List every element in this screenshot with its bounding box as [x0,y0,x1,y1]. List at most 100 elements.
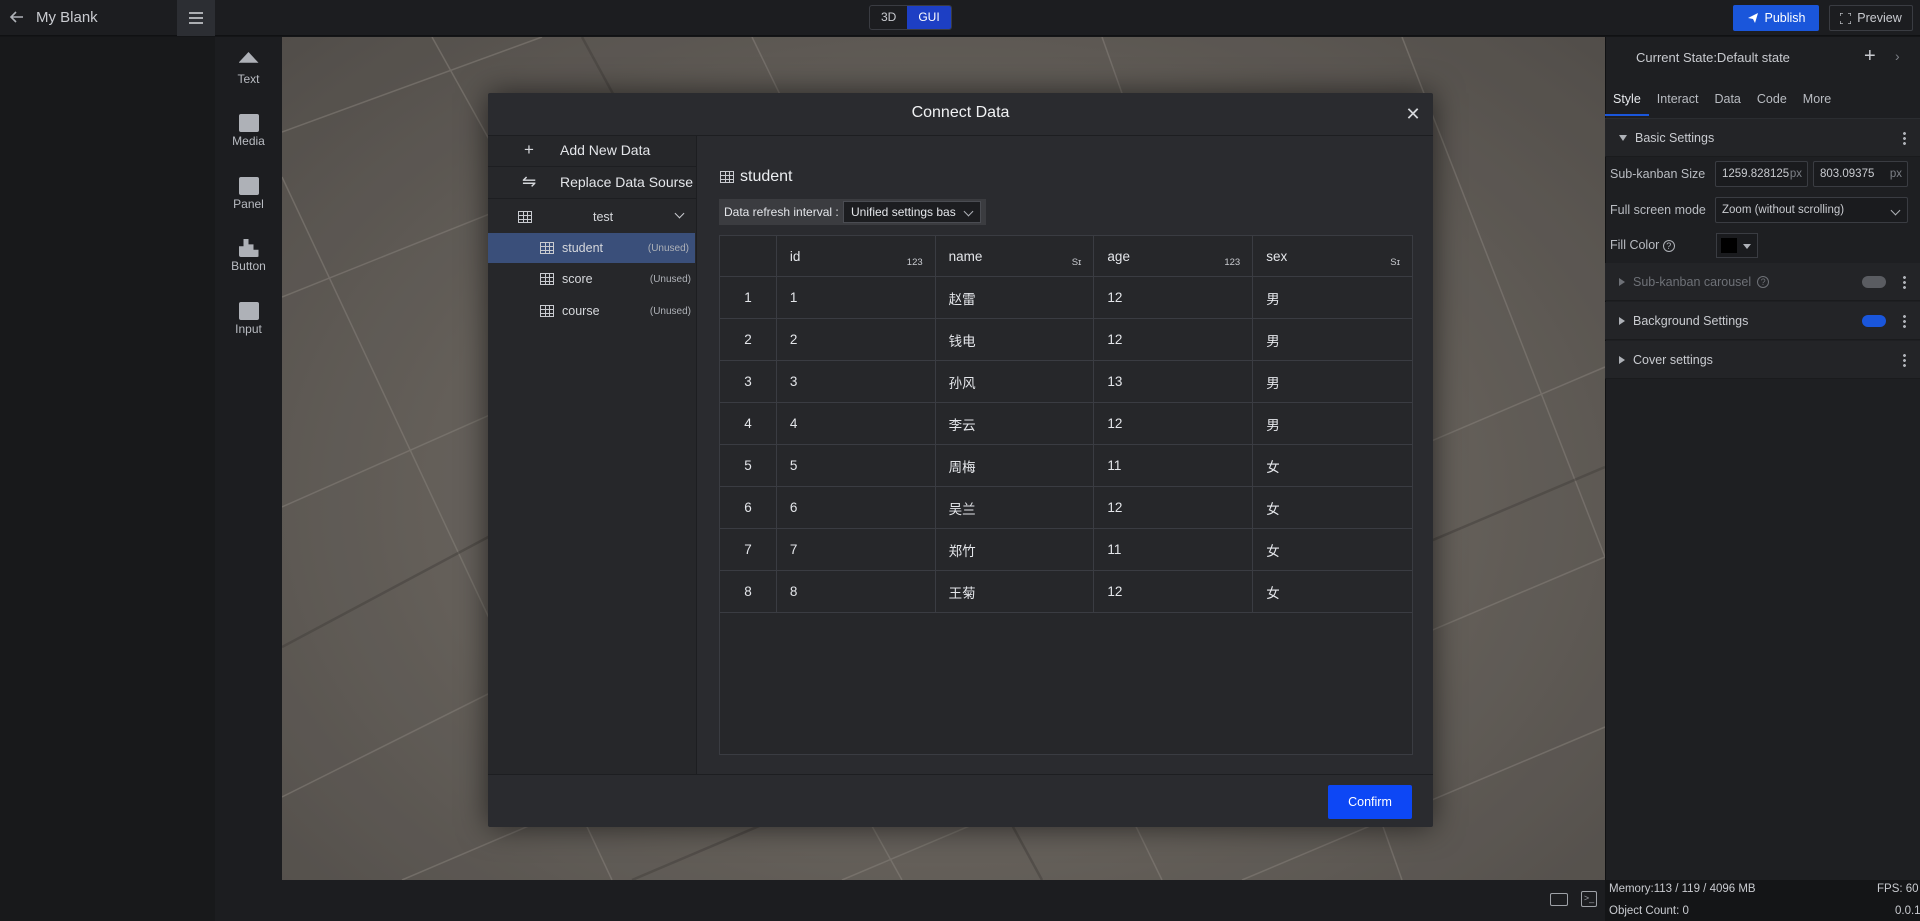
replace-data-source-button[interactable]: ⇋ Replace Data Sourse [488,166,697,198]
keyboard-icon[interactable] [1550,893,1568,906]
refresh-interval-control: Data refresh interval : Unified settings… [719,199,986,225]
selected-table-title: student [720,168,792,186]
table-cell: 11 [1093,528,1254,571]
cover-settings-header[interactable]: Cover settings [1605,341,1920,379]
version-label: 0.0.1 [1895,905,1920,917]
tab-data[interactable]: Data [1706,88,1748,116]
fill-color-picker[interactable] [1716,233,1758,258]
more-options-icon[interactable] [1903,131,1906,145]
caret-right-icon [1619,355,1625,364]
basic-settings-header[interactable]: Basic Settings [1605,119,1920,157]
table-cell: 7 [775,528,936,571]
column-header[interactable]: name Sɪ [934,235,1095,277]
project-title: My Blank [36,8,98,26]
close-icon[interactable]: ✕ [1403,104,1423,124]
tool-button[interactable]: Button [215,239,282,273]
table-header-row: id 123 name Sɪ age 123 sex Sɪ [719,235,1413,277]
table-icon [720,171,734,183]
mode-gui-button[interactable]: GUI [907,6,951,29]
back-button[interactable]: My Blank [8,8,98,26]
table-item-course[interactable]: course (Unused) [488,296,697,326]
table-row: 7 7 郑竹 11 女 [719,528,1413,571]
table-cell: 女 [1252,486,1413,529]
tab-interact[interactable]: Interact [1649,88,1707,116]
more-options-icon[interactable] [1903,275,1906,289]
chevron-down-icon [1890,205,1901,216]
carousel-toggle[interactable] [1862,276,1886,288]
tool-input[interactable]: Input [215,302,282,336]
column-header[interactable]: id 123 [775,235,936,277]
more-options-icon[interactable] [1903,353,1906,367]
height-input[interactable]: 803.09375 px [1813,161,1908,187]
tab-more[interactable]: More [1795,88,1839,116]
table-cell: 男 [1252,276,1413,319]
mode-3d-button[interactable]: 3D [870,6,907,29]
background-toggle[interactable] [1862,315,1886,327]
string-type-icon: Sɪ [1071,257,1082,268]
table-item-score[interactable]: score (Unused) [488,264,697,294]
row-number-cell: 7 [719,528,777,571]
caret-down-icon [1619,134,1627,141]
publish-button[interactable]: Publish [1733,5,1819,31]
divider [488,198,697,199]
input-icon [238,302,259,320]
table-row: 2 2 钱电 12 男 [719,318,1413,361]
swap-icon: ⇋ [521,172,537,191]
table-cell: 12 [1093,570,1254,613]
row-number-cell: 6 [719,486,777,529]
add-new-data-button[interactable]: + Add New Data [488,134,697,166]
table-icon [540,273,554,285]
row-number-cell: 3 [719,360,777,403]
bottom-bar [282,880,1605,921]
table-cell: 12 [1093,276,1254,319]
row-number-header [719,235,777,277]
table-icon [540,242,554,254]
table-row: 4 4 李云 12 男 [719,402,1413,445]
tab-code[interactable]: Code [1749,88,1795,116]
table-cell: 王菊 [934,570,1095,613]
row-number-cell: 1 [719,276,777,319]
table-cell: 女 [1252,444,1413,487]
chevron-down-icon [963,206,974,217]
preview-button[interactable]: Preview [1829,5,1913,31]
tab-style[interactable]: Style [1605,88,1649,116]
confirm-button[interactable]: Confirm [1328,785,1412,819]
fullscreen-icon [1840,12,1852,24]
background-settings-header[interactable]: Background Settings [1605,302,1920,340]
tool-text[interactable]: Text [215,52,282,86]
column-header[interactable]: sex Sɪ [1252,235,1413,277]
sub-kanban-size-label: Sub-kanban Size [1610,167,1706,181]
carousel-header[interactable]: Sub-kanban carousel ? [1605,263,1920,301]
button-icon [238,239,259,257]
tool-media[interactable]: Media [215,114,282,148]
dialog-footer-divider [488,774,1433,775]
refresh-interval-label: Data refresh interval : [724,205,839,219]
help-icon: ? [1662,240,1675,252]
chevron-right-icon[interactable]: › [1895,48,1900,64]
number-type-icon: 123 [1224,257,1241,268]
more-options-icon[interactable] [1903,314,1906,328]
table-row: 3 3 孙风 13 男 [719,360,1413,403]
object-count-readout: Object Count: 0 [1609,905,1689,917]
refresh-interval-select[interactable]: Unified settings bas [843,201,981,223]
add-state-icon[interactable]: + [1864,45,1876,68]
terminal-icon[interactable]: >_ [1581,891,1597,907]
table-cell: 11 [1093,444,1254,487]
table-item-student[interactable]: student (Unused) [488,233,695,263]
fill-color-label: Fill Color ? [1610,238,1675,252]
plus-icon: + [524,140,534,159]
table-body: 1 1 赵雷 12 男 2 2 钱电 12 男 3 3 孙风 13 男 4 4 李云 12 男 5 5 周梅 11 女 6 6 吴兰 1… [719,276,1413,613]
table-cell: 男 [1252,360,1413,403]
data-group-test[interactable]: test [488,202,697,232]
full-screen-mode-select[interactable]: Zoom (without scrolling) [1715,197,1908,223]
column-header[interactable]: age 123 [1093,235,1254,277]
data-preview-table: id 123 name Sɪ age 123 sex Sɪ 1 1 赵雷 12 男 2 2 钱电 12 男… [719,235,1413,613]
table-cell: 6 [775,486,936,529]
tool-panel[interactable]: Panel [215,177,282,211]
width-input[interactable]: 1259.828125 px [1715,161,1808,187]
table-cell: 男 [1252,402,1413,445]
top-bar [0,0,1920,36]
menu-button[interactable] [177,0,215,36]
table-cell: 孙风 [934,360,1095,403]
property-tabs: Style Interact Data Code More [1605,88,1839,116]
